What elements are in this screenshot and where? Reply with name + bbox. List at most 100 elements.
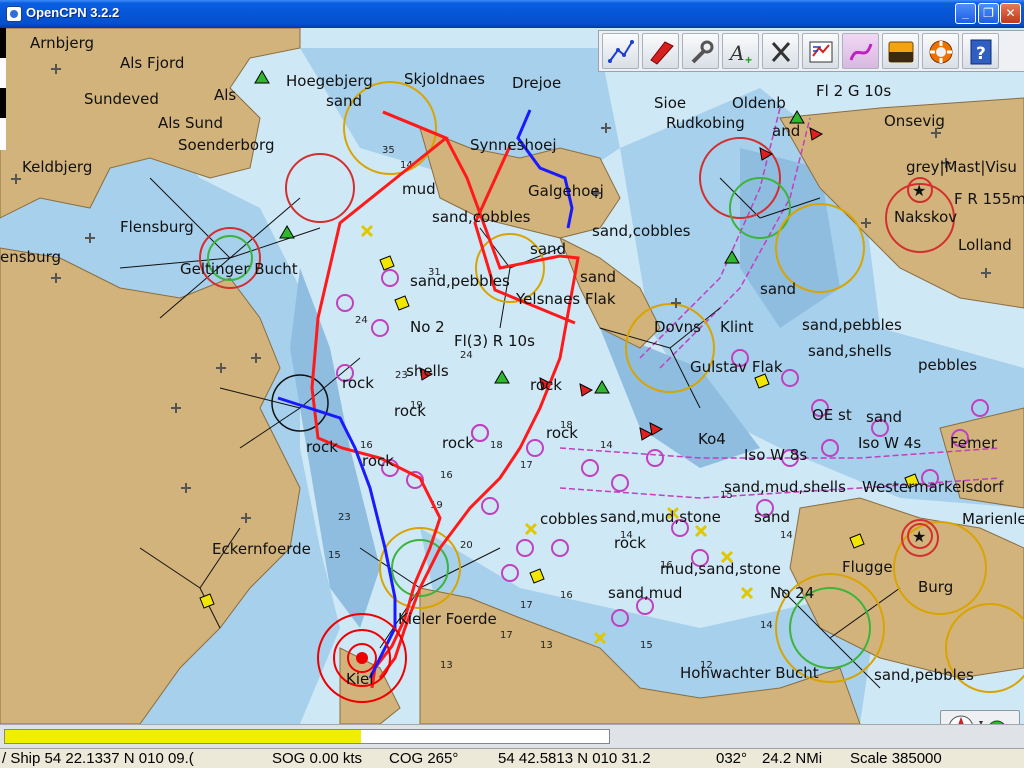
help-button[interactable]: ? [962,33,999,69]
place-label: Nakskov [894,208,958,226]
ship-position: / Ship 54 22.1337 N 010 09.( [2,750,194,767]
svg-text:+: + [745,53,752,66]
route-manager-icon [809,41,833,63]
place-label: F R 155m [954,190,1024,208]
place-label: sand,shells [808,342,892,360]
status-bar: / Ship 54 22.1337 N 010 09.( SOG 0.00 kt… [0,748,1024,768]
place-label: No 2 [410,318,445,336]
close-button[interactable]: ✕ [1000,3,1021,24]
svg-text:14: 14 [780,530,793,541]
place-label: Femer [950,434,998,452]
place-label: rock [394,402,426,420]
svg-text:20: 20 [460,540,473,551]
route-button[interactable] [602,33,639,69]
svg-text:16: 16 [360,440,373,451]
place-label: sand,pebbles [874,666,974,684]
place-label: cobbles [540,510,598,528]
wrench-icon [691,40,714,64]
follow-ship-button[interactable] [642,33,679,69]
place-label: rock [546,424,578,442]
chart-canvas[interactable]: 35 14 31 24 23 19 24 18 17 18 14 14 16 15 16 17 13 1… [0,28,1024,724]
place-label: Dovns [654,318,701,336]
svg-text:15: 15 [328,550,341,561]
text-toggle-icon: A + [728,41,752,66]
cog-readout: COG 265° [389,750,459,767]
color-scheme-icon [888,41,914,63]
app-icon [6,6,22,22]
place-label: Galgehoej [528,182,604,200]
svg-text:23: 23 [338,512,351,523]
track-button[interactable] [842,33,879,69]
progress-strip [0,724,1024,748]
svg-text:24: 24 [460,350,473,361]
scale-readout: Scale 385000 [850,750,942,767]
svg-text:24: 24 [355,315,368,326]
place-label: mud,sand,stone [660,560,781,578]
place-label: Keldbjerg [22,158,93,176]
place-label: Ko4 [698,430,726,448]
place-label: sand [754,508,791,526]
place-label: Marienle [962,510,1024,528]
maximize-button[interactable]: ❐ [978,3,999,24]
place-label: Fl 2 G 10s [816,82,892,100]
color-scheme-button[interactable] [882,33,919,69]
svg-text:A: A [728,41,744,65]
place-label: sand,mud,shells [724,478,846,496]
place-label: Burg [918,578,954,596]
place-label: Klint [720,318,754,336]
lifebuoy-icon [929,40,953,64]
place-label: No 24 [770,584,815,602]
place-label: Hoegebjerg [286,72,373,90]
place-label: sand [530,240,567,258]
place-label: rock [442,434,474,452]
place-label: sand [580,268,617,286]
place-label: Kiel [346,670,374,688]
place-label: Onsevig [884,112,945,130]
place-label: Iso W 4s [858,434,922,452]
place-label: sand,mud [608,584,683,602]
place-label: Hohwachter Bucht [680,664,819,682]
place-label: rock [614,534,646,552]
place-label: OE st [812,406,852,424]
svg-text:17: 17 [520,460,533,471]
settings-button[interactable] [682,33,719,69]
svg-text:14: 14 [600,440,613,451]
place-label: Synneshoej [470,136,557,154]
place-label: shells [406,362,449,380]
place-label: Oldenb [732,94,786,112]
place-label: Flensburg [120,218,194,236]
svg-text:17: 17 [500,630,513,641]
place-label: ensburg [0,248,62,266]
minimize-button[interactable]: _ [955,3,976,24]
place-label: sand,cobbles [432,208,531,226]
svg-text:13: 13 [540,640,553,651]
bearing-readout: 032° [716,750,748,767]
place-label: sand,pebbles [410,272,510,290]
clear-icon [771,42,791,62]
nautical-chart[interactable]: 351431 242319 241817 181414 161516 17131… [0,28,1024,724]
route-icon [608,40,634,63]
clear-button[interactable] [762,33,799,69]
place-label: Als [214,86,237,104]
place-label: Kieler Foerde [398,610,497,628]
place-label: sand [866,408,903,426]
text-toggle-button[interactable]: A + [722,33,759,69]
place-label: and [772,122,801,140]
place-label: Yelsnaes Flak [516,290,616,308]
svg-text:15: 15 [640,640,653,651]
mob-button[interactable] [922,33,959,69]
place-label: Arnbjerg [30,34,95,52]
progress-fill [5,730,362,743]
svg-text:18: 18 [490,440,503,451]
track-icon [849,43,873,61]
svg-text:13: 13 [440,660,453,671]
main-toolbar: A + ? [598,30,1024,72]
place-label: Als Fjord [120,54,185,72]
route-manager-button[interactable] [802,33,839,69]
place-label: Lolland [958,236,1012,254]
scale-bar [0,28,6,150]
place-label: sand [760,280,797,298]
place-label: Eckernfoerde [212,540,311,558]
place-label: mud [402,180,436,198]
svg-text:14: 14 [760,620,773,631]
